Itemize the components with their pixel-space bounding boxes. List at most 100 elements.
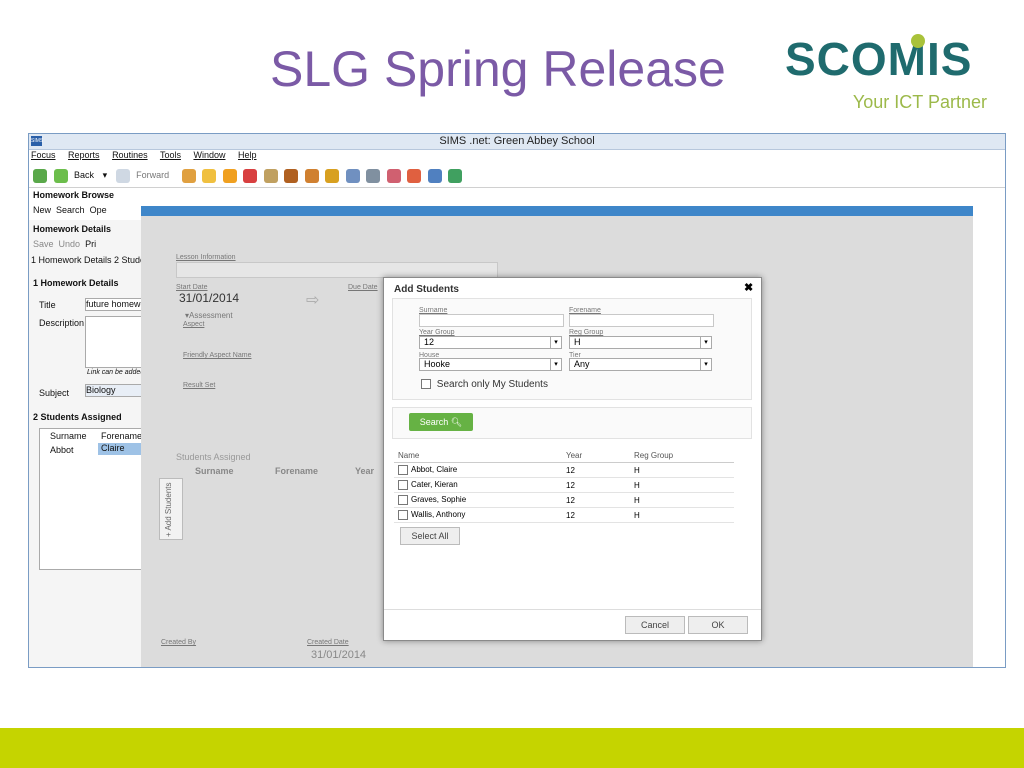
friendly-aspect-label: Friendly Aspect Name (183, 352, 252, 359)
reg-group-select[interactable]: H ▾ (569, 336, 712, 349)
col-year: Year (562, 448, 630, 463)
menu-bar: Focus Reports Routines Tools Window Help (31, 150, 1005, 164)
flag-icon[interactable] (243, 168, 258, 183)
details-nav[interactable]: 1 Homework Details 2 Stude (31, 255, 145, 265)
scomis-logo: SCOMIS Your ICT Partner (785, 34, 995, 116)
description-field[interactable] (85, 316, 145, 368)
list-icon[interactable] (345, 168, 360, 183)
folder-icon[interactable] (284, 168, 299, 183)
section-homework-details: 1 Homework Details (33, 278, 119, 288)
logo-tagline: Your ICT Partner (852, 92, 987, 112)
forename-input[interactable] (569, 314, 714, 327)
subject-field[interactable]: Biology (85, 384, 145, 397)
link-note: Link can be added (87, 369, 145, 376)
dialog-title: Add Students (394, 284, 459, 295)
back-button[interactable]: Back (74, 170, 94, 180)
description-label: Description (39, 318, 85, 328)
row-forename[interactable]: Claire (98, 443, 147, 455)
add-students-tab[interactable]: + Add Students (159, 478, 183, 540)
table-row[interactable]: Wallis, Anthony 12 H (394, 507, 734, 523)
select-all-button[interactable]: Select All (400, 527, 460, 545)
person-icon[interactable] (202, 168, 217, 183)
checkbox[interactable] (421, 379, 431, 390)
forename-label: Forename (569, 307, 601, 314)
reports-icon[interactable] (325, 168, 340, 183)
users-icon[interactable] (386, 168, 401, 183)
save-button[interactable]: Save (33, 239, 54, 249)
modal-title-strip (141, 206, 973, 216)
chart-icon[interactable] (304, 168, 319, 183)
menu-tools[interactable]: Tools (160, 150, 181, 160)
print-button[interactable]: Pri (85, 239, 96, 249)
search-only-mine-label: Search only My Students (436, 379, 548, 390)
table-row[interactable]: Graves, Sophie 12 H (394, 492, 734, 508)
aspect-label: Aspect (183, 321, 205, 328)
homework-details-panel: Homework Details Save Undo Pri 1 Homewor… (29, 220, 147, 667)
year-group-select[interactable]: 12 ▾ (419, 336, 562, 349)
menu-reports[interactable]: Reports (68, 150, 100, 160)
menu-routines[interactable]: Routines (112, 150, 148, 160)
open-button[interactable]: Ope (90, 205, 107, 215)
table-row[interactable]: Abbot, Claire 12 H (394, 462, 734, 478)
back-arrow-icon[interactable] (53, 168, 68, 183)
book-icon[interactable] (222, 168, 237, 183)
col-forename-header: Forename (275, 466, 319, 476)
search-button-label: Search (419, 417, 449, 427)
forward-arrow-icon[interactable] (115, 168, 130, 183)
people-icon[interactable] (181, 168, 196, 183)
table-row[interactable]: Cater, Kieran 12 H (394, 477, 734, 493)
close-icon[interactable]: ✖ (744, 281, 753, 294)
cancel-button[interactable]: Cancel (625, 616, 685, 634)
checkbox[interactable] (398, 495, 408, 505)
checkbox[interactable] (398, 480, 408, 490)
start-date-label: Start Date (176, 284, 208, 291)
lesson-information-field (176, 262, 498, 278)
created-date-label: Created Date (307, 639, 349, 646)
students-results: Name Year Reg Group Abbot, Claire 12 H Cat… (394, 448, 734, 523)
glasses-icon[interactable] (263, 168, 278, 183)
col-surname: Surname (50, 431, 87, 441)
subject-label: Subject (39, 388, 70, 398)
reg-group-label: Reg Group (569, 329, 604, 336)
result-set-label: Result Set (183, 382, 216, 389)
house-select[interactable]: Hooke ▾ (419, 358, 562, 371)
forward-button[interactable]: Forward (136, 170, 169, 180)
window-titlebar: SIMS SIMS .net: Green Abbey School (29, 134, 1005, 150)
search-button[interactable]: Search (56, 205, 85, 215)
refresh-icon[interactable] (33, 168, 47, 183)
checkbox[interactable] (398, 510, 408, 520)
logo-word: SCOMIS (785, 33, 973, 85)
homework-browse-title: Homework Browse (33, 190, 115, 200)
lesson-information-label: Lesson Information (176, 254, 236, 261)
edit-icon[interactable] (366, 168, 381, 183)
undo-button[interactable]: Undo (59, 239, 81, 249)
new-button[interactable]: New (33, 205, 51, 215)
slide-title: SLG Spring Release (270, 41, 726, 97)
search-only-mine[interactable]: Search only My Students (421, 379, 548, 390)
col-year-header: Year (355, 466, 375, 476)
row-surname[interactable]: Abbot (50, 445, 74, 455)
due-date-label: Due Date (348, 284, 378, 291)
checkbox[interactable] (398, 465, 408, 475)
title-field[interactable]: future homewor (85, 298, 145, 311)
arrow-icon: ⇨ (306, 292, 320, 309)
surname-input[interactable] (419, 314, 564, 327)
search-criteria-panel: Surname Forename Year Group 12 ▾ Reg Grou… (392, 298, 752, 400)
search-button[interactable]: Search 🔍︎ (409, 413, 473, 431)
ok-button[interactable]: OK (688, 616, 748, 634)
tier-select[interactable]: Any ▾ (569, 358, 712, 371)
assessment-header[interactable]: ▾Assessment (185, 311, 233, 320)
col-name: Name (394, 448, 562, 463)
transfer-icon[interactable] (448, 168, 463, 183)
main-toolbar: Back ▾ Forward (29, 163, 1005, 188)
clock-icon[interactable] (407, 168, 422, 183)
section-students-assigned: 2 Students Assigned (33, 412, 122, 422)
footer-bar (0, 728, 1024, 768)
chevron-down-icon: ▾ (700, 337, 711, 348)
teacher-icon[interactable] (427, 168, 442, 183)
menu-focus[interactable]: Focus (31, 150, 56, 160)
dialog-footer-divider (384, 609, 761, 610)
menu-window[interactable]: Window (193, 150, 225, 160)
created-date-value: 31/01/2014 (311, 649, 367, 661)
menu-help[interactable]: Help (238, 150, 257, 160)
